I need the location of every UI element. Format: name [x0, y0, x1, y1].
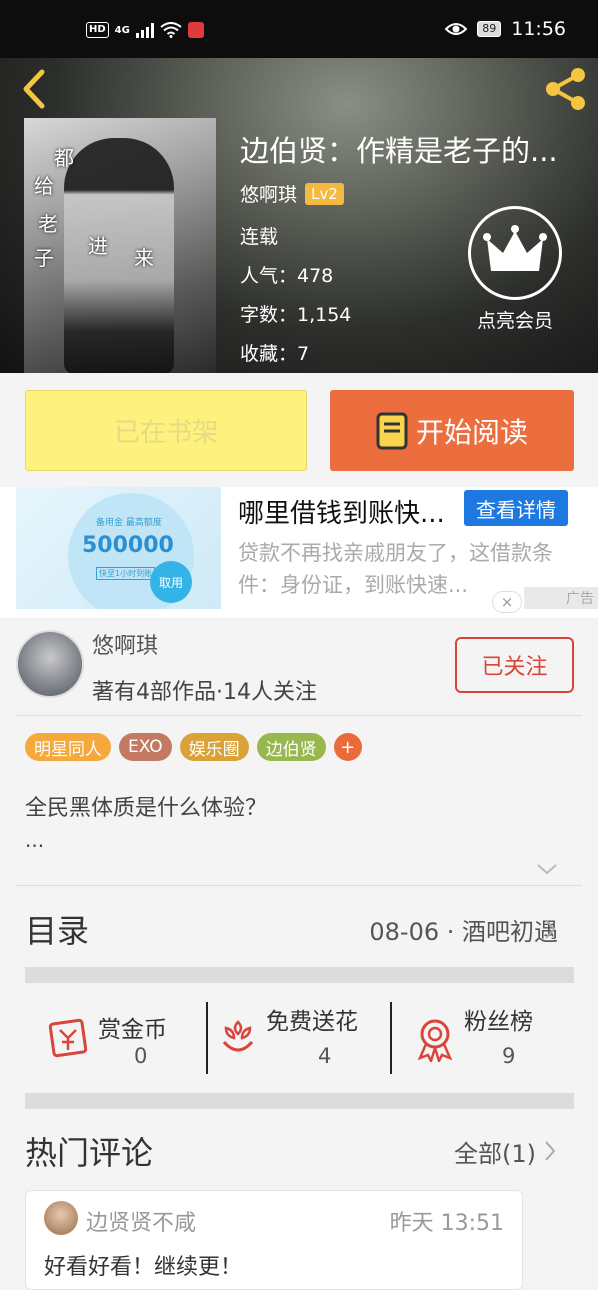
red-envelope-icon [48, 1018, 88, 1058]
divider [16, 715, 582, 716]
chevron-right-icon[interactable] [543, 1140, 557, 1162]
ad-details-button[interactable]: 查看详情 [464, 490, 568, 526]
book-icon [376, 412, 408, 449]
book-author-line: 悠啊琪 Lv2 [240, 180, 344, 207]
free-flowers-stat[interactable]: 免费送花 4 [218, 1000, 384, 1076]
comment-item[interactable]: 边贤贤不咸 昨天 13:51 好看好看！继续更！ [25, 1190, 523, 1290]
author-name[interactable]: 悠啊琪 [92, 628, 158, 660]
divider [16, 885, 582, 886]
fan-ranking-value: 9 [502, 1044, 516, 1068]
signal-icon [135, 22, 154, 38]
free-flowers-label: 免费送花 [266, 1009, 358, 1035]
book-status: 连载 [240, 226, 279, 248]
author-avatar[interactable] [16, 630, 84, 698]
latest-chapter-link[interactable]: 08-06 · 酒吧初遇 [369, 912, 558, 947]
author-card: 悠啊琪 著有4部作品·14人关注 已关注 [0, 618, 598, 716]
add-tag-button[interactable]: + [333, 733, 362, 761]
cover-text-char: 老 [38, 212, 58, 236]
commenter-avatar[interactable] [44, 1201, 78, 1235]
ad-image-subcaption: 快至1小时到账 [96, 567, 156, 580]
commenter-name[interactable]: 边贤贤不咸 [86, 1205, 196, 1237]
fan-ranking-label: 粉丝榜 [464, 1009, 533, 1035]
section-separator [25, 1093, 574, 1109]
reward-coins-value: 0 [134, 1044, 148, 1068]
flower-icon [222, 1020, 254, 1052]
reward-coins-label: 赏金币 [98, 1017, 167, 1043]
medal-icon [417, 1019, 453, 1062]
cover-text-char: 进 [88, 234, 108, 258]
vip-crown-icon[interactable] [468, 206, 562, 300]
catalog-title[interactable]: 目录 [25, 906, 89, 952]
eye-icon [445, 23, 468, 35]
reward-coins-stat[interactable]: 赏金币 0 [46, 1000, 196, 1076]
tag-exo[interactable]: EXO [119, 733, 172, 761]
stat-separator [206, 1002, 208, 1074]
cover-figure [64, 138, 174, 373]
chevron-down-icon[interactable] [536, 862, 558, 876]
book-word-count: 字数：1,154 [240, 304, 352, 326]
stat-separator [390, 1002, 392, 1074]
section-separator [25, 967, 574, 983]
clock: 11:56 [511, 18, 566, 40]
ad-title[interactable]: 哪里借钱到账快... [238, 493, 445, 530]
cover-text-char: 子 [34, 246, 54, 270]
book-header: HD 4G 89 11:56 都 给 老 子 进 来 边伯贤：作精是老子的...… [0, 0, 598, 373]
share-icon[interactable] [542, 66, 590, 112]
ad-label-text: 广告 [566, 591, 594, 607]
start-reading-label: 开始阅读 [415, 415, 528, 449]
book-cover[interactable]: 都 给 老 子 进 来 [24, 118, 216, 373]
cover-text-char: 来 [134, 246, 154, 270]
hot-comments-title: 热门评论 [25, 1134, 154, 1172]
tag-list: 明星同人 EXO 娱乐圈 边伯贤 + [25, 733, 362, 761]
tag-entertainment[interactable]: 娱乐圈 [179, 733, 249, 761]
tag-baekhyun[interactable]: 边伯贤 [256, 733, 326, 761]
network-type: 4G [114, 24, 130, 36]
comment-time: 昨天 13:51 [389, 1211, 504, 1236]
ad-label: 广告 [524, 587, 598, 609]
wifi-icon [160, 22, 182, 38]
vip-label[interactable]: 点亮会员 [468, 306, 562, 333]
ad-close-icon[interactable]: × [492, 591, 522, 613]
ad-banner[interactable]: 备用金 最高额度 500000 快至1小时到账 取用 哪里借钱到账快... 查看… [0, 487, 598, 618]
follow-button[interactable]: 已关注 [455, 637, 574, 693]
cover-text-char: 给 [34, 174, 54, 198]
ad-image[interactable]: 备用金 最高额度 500000 快至1小时到账 取用 [16, 487, 221, 609]
battery-icon: 89 [477, 21, 502, 37]
book-author[interactable]: 悠啊琪 [240, 180, 297, 207]
level-badge: Lv2 [305, 182, 344, 205]
comment-text: 好看好看！继续更！ [44, 1255, 243, 1280]
author-stats: 著有4部作品·14人关注 [92, 680, 317, 705]
ad-image-amount: 500000 [82, 533, 174, 558]
book-popularity: 人气：478 [240, 265, 334, 287]
app-notification-icon [187, 22, 204, 38]
status-bar: HD 4G 89 11:56 [0, 0, 598, 58]
fan-ranking-stat[interactable]: 粉丝榜 9 [414, 1000, 554, 1076]
ad-image-button: 取用 [150, 561, 192, 603]
tag-star-fanfic[interactable]: 明星同人 [25, 733, 111, 761]
ad-image-caption: 备用金 最高额度 [96, 518, 162, 528]
chevron-right-icon[interactable] [543, 918, 557, 940]
start-reading-button[interactable]: 开始阅读 [330, 390, 574, 471]
book-summary: 全民黑体质是什么体验？ [25, 796, 268, 821]
action-bar: 已在书架 开始阅读 [0, 373, 598, 487]
book-favorites: 收藏：7 [240, 343, 310, 365]
all-comments-link[interactable]: 全部(1) [454, 1134, 536, 1169]
cover-text-char: 都 [54, 146, 74, 170]
back-icon[interactable] [18, 68, 50, 110]
hd-badge: HD [86, 22, 109, 38]
summary-ellipsis: ... [25, 828, 45, 852]
free-flowers-value: 4 [318, 1044, 332, 1068]
book-title: 边伯贤：作精是老子的... [240, 134, 558, 168]
in-bookshelf-button[interactable]: 已在书架 [25, 390, 307, 471]
